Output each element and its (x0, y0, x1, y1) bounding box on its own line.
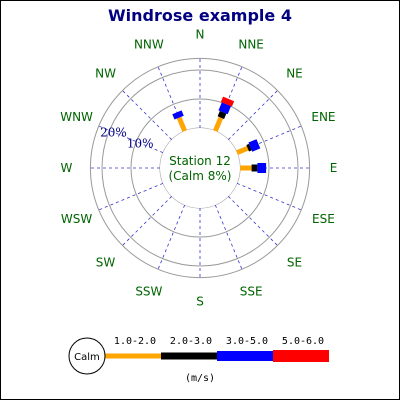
legend-calm-label: Calm (74, 352, 100, 363)
direction-label-sse: SSE (240, 284, 263, 298)
segment-e-bin-1 (240, 165, 252, 171)
direction-label-wsw: WSW (61, 212, 92, 226)
spoke-nw (122, 90, 172, 140)
spoke-ese (236, 182, 302, 211)
windrose-chart: 10%20% N NNE NE ENE E ESE SE SSE S SSW SW WSW W WNW NW… (60, 27, 338, 384)
direction-label-w: W (60, 161, 72, 175)
spoke-ssw (157, 204, 186, 270)
spoke-ne (228, 90, 278, 140)
spoke-se (228, 196, 278, 246)
ring-label-20: 20% (100, 125, 127, 139)
legend-label-1: 1.0-2.0 (114, 336, 156, 347)
direction-label-ne: NE (286, 67, 303, 81)
legend-bar-2 (161, 352, 217, 360)
center-group: Station 12 (Calm 8%) (160, 128, 240, 208)
direction-label-nne: NNE (238, 38, 264, 52)
direction-label-nw: NW (95, 67, 116, 81)
legend-unit-label: (m/s) (185, 373, 215, 384)
direction-label-se: SE (287, 255, 302, 269)
segment-nne-bin-1 (213, 116, 224, 132)
direction-label-wnw: WNW (60, 110, 93, 124)
legend-bar-3 (217, 351, 273, 361)
legend-label-3: 3.0-5.0 (226, 336, 268, 347)
calm-center-circle (160, 128, 240, 208)
legend-bar-1 (105, 353, 161, 359)
direction-label-ese: ESE (312, 212, 335, 226)
spoke-sw (122, 196, 172, 246)
segment-e-bin-2 (251, 164, 258, 172)
legend-bar-4 (273, 350, 329, 362)
segment-e-bin-3 (257, 163, 267, 173)
direction-label-s: S (196, 295, 204, 309)
direction-label-sw: SW (96, 255, 116, 269)
direction-label-ssw: SSW (135, 284, 162, 298)
direction-label-n: N (196, 27, 205, 41)
center-label-line-2: (Calm 8%) (169, 169, 232, 183)
ring-label-10: 10% (127, 137, 154, 151)
legend: (m/s) 1.0-2.0 2.0-3.0 3.0-5.0 5.0-6.0 Calm (68, 336, 329, 384)
center-label-line-1: Station 12 (169, 154, 231, 168)
segment-nnw-bin-1 (176, 116, 187, 132)
legend-label-4: 5.0-6.0 (282, 336, 324, 347)
legend-label-2: 2.0-3.0 (170, 336, 212, 347)
spoke-sse (214, 204, 243, 270)
direction-label-ene: ENE (311, 110, 335, 124)
segment-ene-bin-1 (236, 145, 249, 155)
spoke-wsw (98, 182, 164, 211)
ring-labels: 10%20% (100, 125, 153, 150)
direction-label-nnw: NNW (134, 38, 164, 52)
direction-label-e: E (330, 161, 338, 175)
